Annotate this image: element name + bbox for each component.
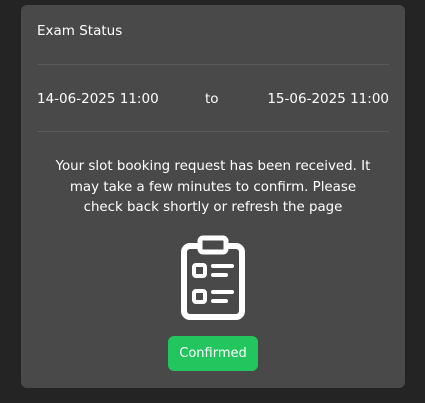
exam-status-card: Exam Status 14-06-2025 11:00 to 15-06-20… — [21, 5, 405, 388]
clipboard-checklist-icon — [181, 235, 245, 320]
booking-message: Your slot booking request has been recei… — [55, 159, 371, 215]
start-datetime: 14-06-2025 11:00 — [37, 91, 159, 107]
divider — [37, 64, 389, 65]
end-datetime: 15-06-2025 11:00 — [267, 91, 389, 107]
confirmed-status-button[interactable]: Confirmed — [168, 336, 258, 371]
divider — [37, 131, 389, 132]
date-separator: to — [205, 91, 219, 107]
card-title: Exam Status — [37, 23, 123, 39]
exam-schedule-row: 14-06-2025 11:00 to 15-06-2025 11:00 — [37, 91, 389, 109]
